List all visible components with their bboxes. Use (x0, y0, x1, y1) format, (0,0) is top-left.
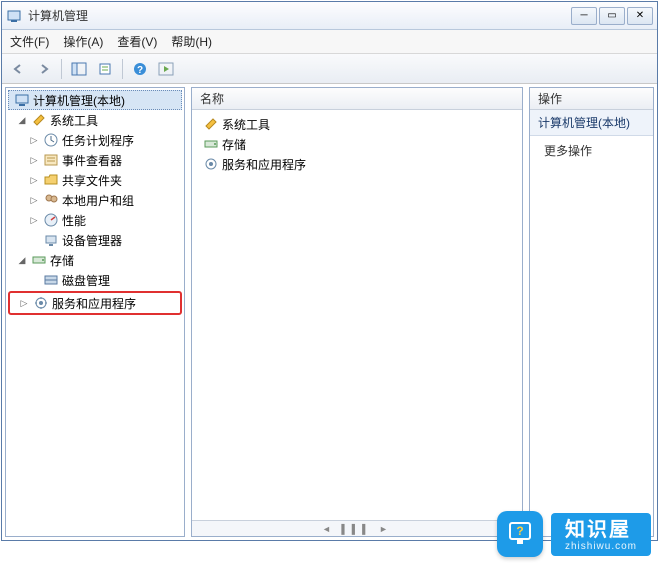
close-button[interactable]: ✕ (627, 7, 653, 25)
tree-root[interactable]: 计算机管理(本地) (8, 90, 182, 110)
titlebar[interactable]: 计算机管理 ─ ▭ ✕ (2, 2, 657, 30)
tree-label: 共享文件夹 (62, 172, 122, 189)
tools-icon (203, 116, 219, 132)
minimize-button[interactable]: ─ (571, 7, 597, 25)
tree-event-viewer[interactable]: ▷ 事件查看器 (8, 150, 182, 170)
list-item-label: 系统工具 (222, 116, 270, 133)
column-name-label: 名称 (200, 90, 224, 107)
actions-header-label: 操作 (538, 90, 562, 107)
tree-system-tools[interactable]: ◢ 系统工具 (8, 110, 182, 130)
actions-section-header: 计算机管理(本地) (530, 110, 653, 136)
tree-label: 存储 (50, 252, 74, 269)
tree-device-manager[interactable]: 设备管理器 (8, 230, 182, 250)
list-column-header[interactable]: 名称 (192, 88, 522, 110)
collapse-icon[interactable]: ◢ (16, 114, 28, 126)
collapse-icon[interactable]: ◢ (16, 254, 28, 266)
tree-label: 本地用户和组 (62, 192, 134, 209)
nav-tree: 计算机管理(本地) ◢ 系统工具 ▷ 任务计划程序 ▷ (6, 88, 184, 536)
tools-icon (31, 112, 47, 128)
content-area: 计算机管理(本地) ◢ 系统工具 ▷ 任务计划程序 ▷ (2, 84, 657, 540)
clock-icon (43, 132, 59, 148)
window-title: 计算机管理 (28, 7, 571, 24)
toolbar: ? (2, 54, 657, 84)
forward-button[interactable] (32, 57, 56, 81)
expand-icon[interactable]: ▷ (28, 174, 40, 186)
more-actions-item[interactable]: 更多操作 (530, 136, 653, 165)
tree-label: 设备管理器 (62, 232, 122, 249)
services-icon (203, 156, 219, 172)
menubar: 文件(F) 操作(A) 查看(V) 帮助(H) (2, 30, 657, 54)
watermark-badge-icon: ? (497, 511, 543, 557)
expand-icon[interactable]: ▷ (28, 214, 40, 226)
list-item-label: 服务和应用程序 (222, 156, 306, 173)
horizontal-scrollbar[interactable]: ◄ ▌▌▌ ► (192, 520, 522, 536)
list-item[interactable]: 服务和应用程序 (196, 154, 518, 174)
svg-text:?: ? (137, 65, 143, 76)
watermark: ? 知识屋 zhishiwu.com (497, 511, 651, 557)
watermark-text: 知识屋 zhishiwu.com (551, 513, 651, 556)
event-icon (43, 152, 59, 168)
tree-label: 服务和应用程序 (52, 295, 136, 312)
watermark-url: zhishiwu.com (565, 541, 637, 552)
watermark-brand: 知识屋 (565, 519, 637, 541)
menu-file[interactable]: 文件(F) (10, 33, 49, 50)
tree-task-scheduler[interactable]: ▷ 任务计划程序 (8, 130, 182, 150)
expand-icon[interactable]: ▷ (28, 134, 40, 146)
toolbar-separator (61, 59, 62, 79)
actions-pane: 操作 计算机管理(本地) 更多操作 (529, 87, 654, 537)
tree-label: 计算机管理(本地) (33, 92, 125, 109)
tree-performance[interactable]: ▷ 性能 (8, 210, 182, 230)
list-body: 系统工具 存储 服务和应用程序 (192, 110, 522, 520)
menu-help[interactable]: 帮助(H) (171, 33, 212, 50)
expand-icon[interactable]: ▷ (28, 194, 40, 206)
tree-pane: 计算机管理(本地) ◢ 系统工具 ▷ 任务计划程序 ▷ (5, 87, 185, 537)
tree-label: 性能 (62, 212, 86, 229)
services-icon (33, 295, 49, 311)
users-icon (43, 192, 59, 208)
performance-icon (43, 212, 59, 228)
list-pane: 名称 系统工具 存储 服务和应用程序 ◄ ▌▌▌ ► (191, 87, 523, 537)
expand-icon[interactable]: ▷ (28, 154, 40, 166)
maximize-button[interactable]: ▭ (599, 7, 625, 25)
more-actions-label: 更多操作 (544, 144, 592, 158)
help-button[interactable]: ? (128, 57, 152, 81)
storage-icon (203, 136, 219, 152)
tree-label: 磁盘管理 (62, 272, 110, 289)
tree-shared-folders[interactable]: ▷ 共享文件夹 (8, 170, 182, 190)
device-icon (43, 232, 59, 248)
svg-text:?: ? (516, 524, 523, 538)
tree-storage[interactable]: ◢ 存储 (8, 250, 182, 270)
tree-disk-management[interactable]: 磁盘管理 (8, 270, 182, 290)
properties-button[interactable] (93, 57, 117, 81)
list-item-label: 存储 (222, 136, 246, 153)
back-button[interactable] (6, 57, 30, 81)
list-item[interactable]: 存储 (196, 134, 518, 154)
actions-body: 计算机管理(本地) 更多操作 (530, 110, 653, 536)
actions-header: 操作 (530, 88, 653, 110)
menu-action[interactable]: 操作(A) (63, 33, 103, 50)
toolbar-separator (122, 59, 123, 79)
disk-icon (43, 272, 59, 288)
menu-view[interactable]: 查看(V) (117, 33, 157, 50)
tree-label: 事件查看器 (62, 152, 122, 169)
tree-label: 任务计划程序 (62, 132, 134, 149)
expand-icon[interactable]: ▷ (18, 297, 30, 309)
list-item[interactable]: 系统工具 (196, 114, 518, 134)
tree-services-apps[interactable]: ▷ 服务和应用程序 (10, 293, 180, 313)
app-icon (6, 8, 22, 24)
tree-local-users[interactable]: ▷ 本地用户和组 (8, 190, 182, 210)
app-window: 计算机管理 ─ ▭ ✕ 文件(F) 操作(A) 查看(V) 帮助(H) ? 计算… (1, 1, 658, 541)
computer-icon (14, 92, 30, 108)
tree-label: 系统工具 (50, 112, 98, 129)
shared-folder-icon (43, 172, 59, 188)
window-controls: ─ ▭ ✕ (571, 7, 653, 25)
highlight-annotation: ▷ 服务和应用程序 (8, 291, 182, 315)
refresh-button[interactable] (154, 57, 178, 81)
show-hide-tree-button[interactable] (67, 57, 91, 81)
storage-icon (31, 252, 47, 268)
